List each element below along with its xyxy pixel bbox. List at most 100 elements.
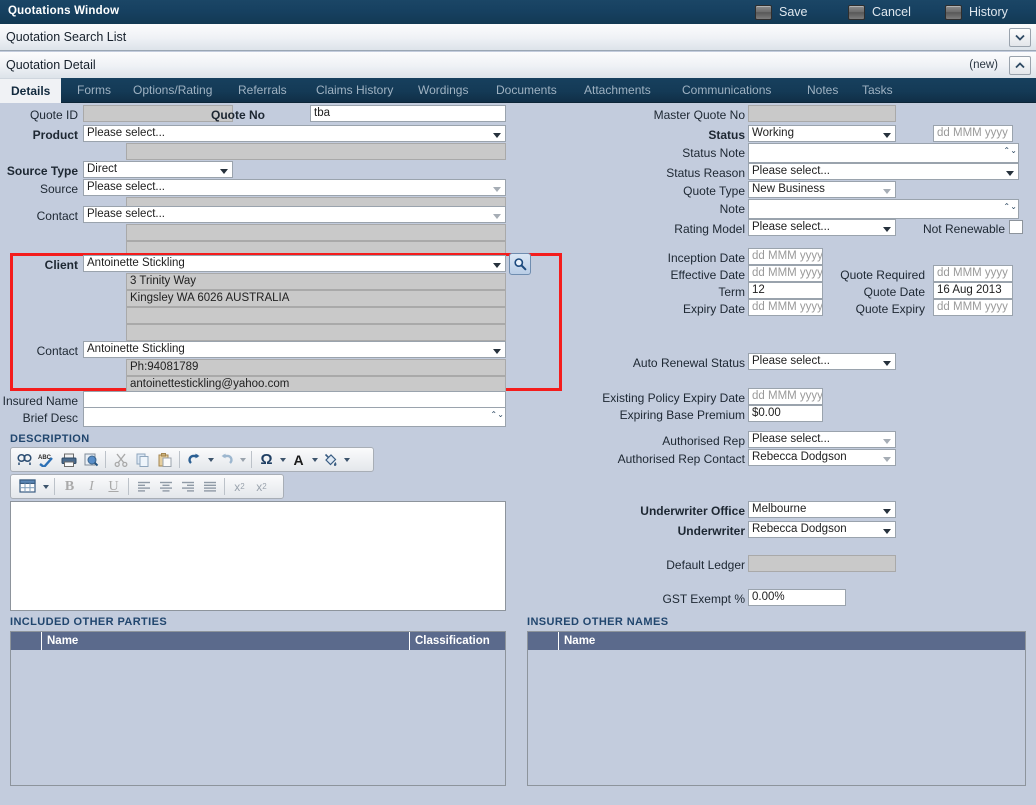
rating-model-select[interactable]: Please select... <box>748 219 896 236</box>
gst-exempt-field[interactable]: 0.00% <box>748 589 846 606</box>
table-icon[interactable] <box>14 477 40 497</box>
align-justify-icon <box>199 477 220 497</box>
quotation-detail-bar[interactable]: Quotation Detail (new) <box>0 52 1036 79</box>
authorised-rep-contact-select[interactable]: Rebecca Dodgson <box>748 449 896 466</box>
not-renewable-checkbox[interactable] <box>1009 220 1023 234</box>
product-select[interactable]: Please select... <box>83 125 506 142</box>
source-select[interactable]: Please select... <box>83 179 506 196</box>
column-header-select <box>528 632 558 650</box>
status-reason-select[interactable]: Please select... <box>748 163 1019 180</box>
column-header-classification: Classification <box>409 632 505 650</box>
details-form: Quote ID Quote No tba Product Please sel… <box>0 103 1036 805</box>
toolbar-separator <box>224 478 225 495</box>
existing-policy-expiry-date-field[interactable]: dd MMM yyyy <box>748 388 823 405</box>
auto-renewal-status-label: Auto Renewal Status <box>632 356 745 370</box>
authorised-rep-select[interactable]: Please select... <box>748 431 896 448</box>
effective-date-field[interactable]: dd MMM yyyy <box>748 265 823 282</box>
status-select[interactable]: Working <box>748 125 896 142</box>
included-other-parties-rows <box>11 650 505 785</box>
underwriter-office-select[interactable]: Melbourne <box>748 501 896 518</box>
editor-toolbar-row-2: B I U x 2 x 2 <box>10 474 284 499</box>
window-title: Quotations Window <box>8 5 120 17</box>
tab-details[interactable]: Details <box>0 78 62 103</box>
tab-notes[interactable]: Notes <box>796 78 849 103</box>
tab-tasks[interactable]: Tasks <box>851 78 904 103</box>
table-dropdown-caret[interactable] <box>41 477 50 497</box>
source-contact-select[interactable]: Please select... <box>83 206 506 223</box>
term-label: Term <box>718 285 745 299</box>
cancel-button[interactable]: Cancel <box>848 2 911 22</box>
expiring-base-premium-field[interactable]: $0.00 <box>748 405 823 422</box>
status-note-field[interactable] <box>748 143 1019 163</box>
inception-date-field[interactable]: dd MMM yyyy <box>748 248 823 265</box>
brief-desc-field[interactable] <box>83 407 506 427</box>
source-type-select[interactable]: Direct <box>83 161 233 178</box>
quotations-window: Quotations Window Save Cancel History Qu… <box>0 0 1036 805</box>
tab-attachments[interactable]: Attachments <box>573 78 662 103</box>
quote-date-field[interactable]: 16 Aug 2013 <box>933 282 1013 299</box>
search-list-expand-button[interactable] <box>1009 28 1031 47</box>
source-contact-sub1 <box>126 224 506 241</box>
quotation-detail-status-tag: (new) <box>969 59 998 71</box>
tab-referrals[interactable]: Referrals <box>227 78 298 103</box>
print-icon[interactable] <box>58 450 79 470</box>
font-color-dropdown-caret[interactable] <box>310 450 319 470</box>
effective-date-label: Effective Date <box>670 268 745 282</box>
tab-options-rating[interactable]: Options/Rating <box>122 78 223 103</box>
editor-toolbar-row-1: ABC Ω A <box>10 447 374 472</box>
insured-other-names-grid[interactable]: Name <box>527 631 1026 786</box>
note-label: Note <box>719 202 745 216</box>
client-contact-label: Contact <box>36 344 78 358</box>
quote-expiry-field[interactable]: dd MMM yyyy <box>933 299 1013 316</box>
note-field[interactable] <box>748 199 1019 219</box>
auto-renewal-status-select[interactable]: Please select... <box>748 353 896 370</box>
status-note-label: Status Note <box>682 146 745 160</box>
quote-type-select[interactable]: New Business <box>748 181 896 198</box>
undo-icon[interactable] <box>184 450 205 470</box>
tab-documents[interactable]: Documents <box>485 78 568 103</box>
source-contact-label: Contact <box>36 209 78 223</box>
quote-no-field[interactable]: tba <box>310 105 506 122</box>
tab-wordings[interactable]: Wordings <box>407 78 479 103</box>
print-preview-icon[interactable] <box>80 450 101 470</box>
superscript-icon: x2 <box>234 479 245 494</box>
tab-claims-history[interactable]: Claims History <box>305 78 404 103</box>
highlight-color-icon[interactable] <box>320 450 341 470</box>
quotation-search-list-bar[interactable]: Quotation Search List <box>0 24 1036 51</box>
quote-required-field[interactable]: dd MMM yyyy <box>933 265 1013 282</box>
client-label: Client <box>44 258 78 272</box>
expiry-date-field[interactable]: dd MMM yyyy <box>748 299 823 316</box>
save-button[interactable]: Save <box>755 2 808 22</box>
font-color-icon[interactable]: A <box>288 450 309 470</box>
align-center-icon <box>155 477 176 497</box>
description-editor-body[interactable] <box>10 501 506 611</box>
undo-dropdown-caret[interactable] <box>206 450 215 470</box>
tab-forms[interactable]: Forms <box>66 78 122 103</box>
find-icon[interactable] <box>14 450 35 470</box>
term-field[interactable]: 12 <box>748 282 823 299</box>
quote-expiry-label: Quote Expiry <box>855 302 925 316</box>
quote-required-label: Quote Required <box>840 268 925 282</box>
client-contact-select[interactable]: Antoinette Stickling <box>83 341 506 358</box>
symbol-icon[interactable]: Ω <box>256 450 277 470</box>
included-other-parties-grid[interactable]: Name Classification <box>10 631 506 786</box>
symbol-dropdown-caret[interactable] <box>278 450 287 470</box>
status-date-field[interactable]: dd MMM yyyy <box>933 125 1013 142</box>
default-ledger-field <box>748 555 896 572</box>
insured-name-field[interactable] <box>83 391 506 408</box>
master-quote-no-field <box>748 105 896 122</box>
tab-communications[interactable]: Communications <box>671 78 782 103</box>
client-select[interactable]: Antoinette Stickling <box>83 255 506 272</box>
product-label: Product <box>32 128 78 142</box>
column-header-name: Name <box>41 632 409 650</box>
status-label: Status <box>708 128 745 142</box>
cancel-icon <box>848 4 865 20</box>
subscript-icon: x2 <box>256 479 267 494</box>
history-button[interactable]: History <box>945 2 1008 22</box>
spellcheck-icon[interactable]: ABC <box>36 450 57 470</box>
client-search-button[interactable] <box>509 253 531 275</box>
underwriter-select[interactable]: Rebecca Dodgson <box>748 521 896 538</box>
detail-collapse-button[interactable] <box>1009 56 1031 75</box>
cut-icon <box>110 450 131 470</box>
highlight-color-dropdown-caret[interactable] <box>342 450 351 470</box>
